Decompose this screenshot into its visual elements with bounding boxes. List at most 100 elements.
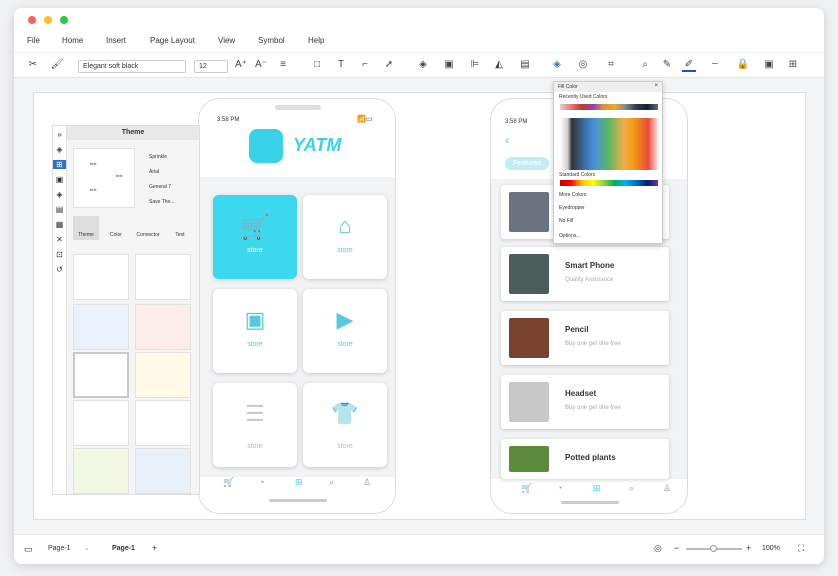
align-left-icon[interactable]: ⊫ [468, 58, 482, 72]
theme-option[interactable] [73, 448, 129, 494]
lock-icon[interactable]: 🔒 [736, 58, 750, 72]
theme-option[interactable] [73, 254, 129, 300]
options-option[interactable]: Options... [559, 233, 580, 239]
option-connector[interactable]: General 7 [149, 184, 171, 190]
tile-list[interactable]: ☰ store [213, 383, 297, 467]
text-icon[interactable]: T [334, 58, 348, 72]
format-painter-icon[interactable]: 🖌 [50, 58, 64, 72]
theme-option[interactable] [73, 304, 129, 350]
tile-video[interactable]: ▶ store [303, 289, 387, 373]
theme-option[interactable] [135, 352, 191, 398]
tab-theme[interactable]: Theme [73, 216, 99, 240]
nav-chat-icon[interactable]: ◔ [557, 483, 562, 493]
theme-option[interactable] [135, 254, 191, 300]
product-card[interactable]: Headset Buy one get one free [501, 375, 669, 429]
nav-gift-icon[interactable]: ⊞ [593, 483, 601, 494]
nav-search-icon[interactable]: ⌕ [329, 477, 334, 488]
menu-page-layout[interactable]: Page Layout [150, 36, 195, 45]
data-icon[interactable]: ▦ [53, 220, 66, 229]
page-view-icon[interactable]: ▭ [24, 544, 33, 555]
group-icon[interactable]: ▣ [442, 58, 456, 72]
recent-colors-swatches[interactable] [560, 104, 658, 110]
edit-icon[interactable]: ✎ [660, 58, 674, 72]
layers-icon[interactable]: ◈ [416, 58, 430, 72]
minimize-window-button[interactable] [44, 16, 52, 24]
pointer-icon[interactable]: ➚ [382, 58, 396, 72]
add-page-button[interactable]: + [152, 543, 157, 553]
menu-home[interactable]: Home [62, 36, 83, 45]
tile-shop[interactable]: ⌂ store [303, 195, 387, 279]
font-size-select[interactable]: 12 [194, 60, 228, 73]
theme-option[interactable] [135, 400, 191, 446]
image-icon[interactable]: ▣ [53, 175, 66, 184]
zoom-out-button[interactable]: − [674, 543, 679, 553]
pen-icon[interactable]: ✐ [682, 58, 696, 72]
more-colors-option[interactable]: More Colors [559, 192, 586, 198]
menu-symbol[interactable]: Symbol [258, 36, 285, 45]
menu-insert[interactable]: Insert [106, 36, 126, 45]
product-card[interactable]: Smart Phone Quality Assurance [501, 247, 669, 301]
line-color-icon[interactable]: ◎ [576, 58, 590, 72]
crop-icon[interactable]: ⌗ [604, 58, 618, 72]
rectangle-icon[interactable]: □ [310, 58, 324, 72]
tab-color[interactable]: Color [103, 216, 129, 240]
zoom-slider-handle[interactable] [710, 545, 717, 552]
shuffle-icon[interactable]: ✕ [53, 235, 66, 244]
frame-icon[interactable]: ▣ [762, 58, 776, 72]
theme-option[interactable] [135, 448, 191, 494]
nav-cart-icon[interactable]: 🛒 [521, 483, 532, 494]
cut-icon[interactable]: ✂ [26, 58, 40, 72]
close-window-button[interactable] [28, 16, 36, 24]
tab-featured[interactable]: Featured [505, 157, 550, 170]
tab-text[interactable]: Text [167, 216, 193, 240]
option-sprinkle[interactable]: Sprinkle [149, 154, 167, 160]
page-icon[interactable]: ▤ [53, 205, 66, 214]
theme-option[interactable] [135, 304, 191, 350]
tile-shirt[interactable]: 👕 store [303, 383, 387, 467]
nav-profile-icon[interactable]: ♙ [663, 483, 671, 494]
maximize-window-button[interactable] [60, 16, 68, 24]
nav-profile-icon[interactable]: ♙ [363, 477, 371, 488]
menu-file[interactable]: File [27, 36, 40, 45]
increase-font-icon[interactable]: A⁺ [234, 58, 248, 72]
standard-colors-swatches[interactable] [560, 180, 658, 186]
back-icon[interactable]: ‹ [505, 133, 509, 147]
size-icon[interactable]: ▤ [518, 58, 532, 72]
product-card[interactable]: Pencil Buy one get one free [501, 311, 669, 365]
product-card[interactable]: Potted plants [501, 439, 669, 479]
line-style-icon[interactable]: ┄ [708, 58, 722, 72]
flip-icon[interactable]: ◭ [492, 58, 506, 72]
align-icon[interactable]: ≡ [276, 58, 290, 72]
menu-help[interactable]: Help [308, 36, 324, 45]
tab-connector[interactable]: Connector [131, 216, 165, 240]
fill-color-icon[interactable]: ◈ [550, 58, 564, 72]
close-popup-icon[interactable]: × [654, 83, 658, 89]
no-fill-option[interactable]: No Fill [559, 218, 573, 224]
collapse-icon[interactable]: » [53, 130, 66, 139]
chevron-down-icon[interactable]: ⌄ [84, 544, 90, 552]
tile-cart[interactable]: 🛒 store [213, 195, 297, 279]
nav-search-icon[interactable]: ⌕ [629, 483, 634, 494]
theme-color-grid[interactable] [560, 118, 658, 170]
history-icon[interactable]: ↺ [53, 265, 66, 274]
zoom-level[interactable]: 100% [762, 545, 780, 552]
nav-gift-icon[interactable]: ⊞ [295, 477, 303, 488]
fill-icon[interactable]: ◈ [53, 145, 66, 154]
fullscreen-icon[interactable]: ⛶ [798, 543, 804, 554]
option-save[interactable]: Save The... [149, 199, 174, 205]
search-icon[interactable]: ⌕ [638, 58, 652, 72]
present-icon[interactable]: ⊡ [53, 250, 66, 259]
font-family-select[interactable]: Elegant soft black [78, 60, 186, 73]
decrease-font-icon[interactable]: A⁻ [254, 58, 268, 72]
layers-icon[interactable]: ◈ [53, 190, 66, 199]
page-select[interactable]: Page-1 [48, 545, 71, 552]
connector-icon[interactable]: ⌐ [358, 58, 372, 72]
option-font[interactable]: Arial [149, 169, 159, 175]
page-tab[interactable]: Page-1 [112, 545, 135, 552]
tile-bag[interactable]: ▣ store [213, 289, 297, 373]
phone-mockup-store[interactable]: 3:58 PM 📶▭ YATM 🛒 store ⌂ store ▣ store ▶ st… [198, 98, 396, 514]
eyedropper-option[interactable]: Eyedropper [559, 205, 585, 211]
theme-option[interactable] [73, 400, 129, 446]
theme-icon[interactable]: ⊞ [53, 160, 66, 169]
theme-option-selected[interactable] [73, 352, 129, 398]
